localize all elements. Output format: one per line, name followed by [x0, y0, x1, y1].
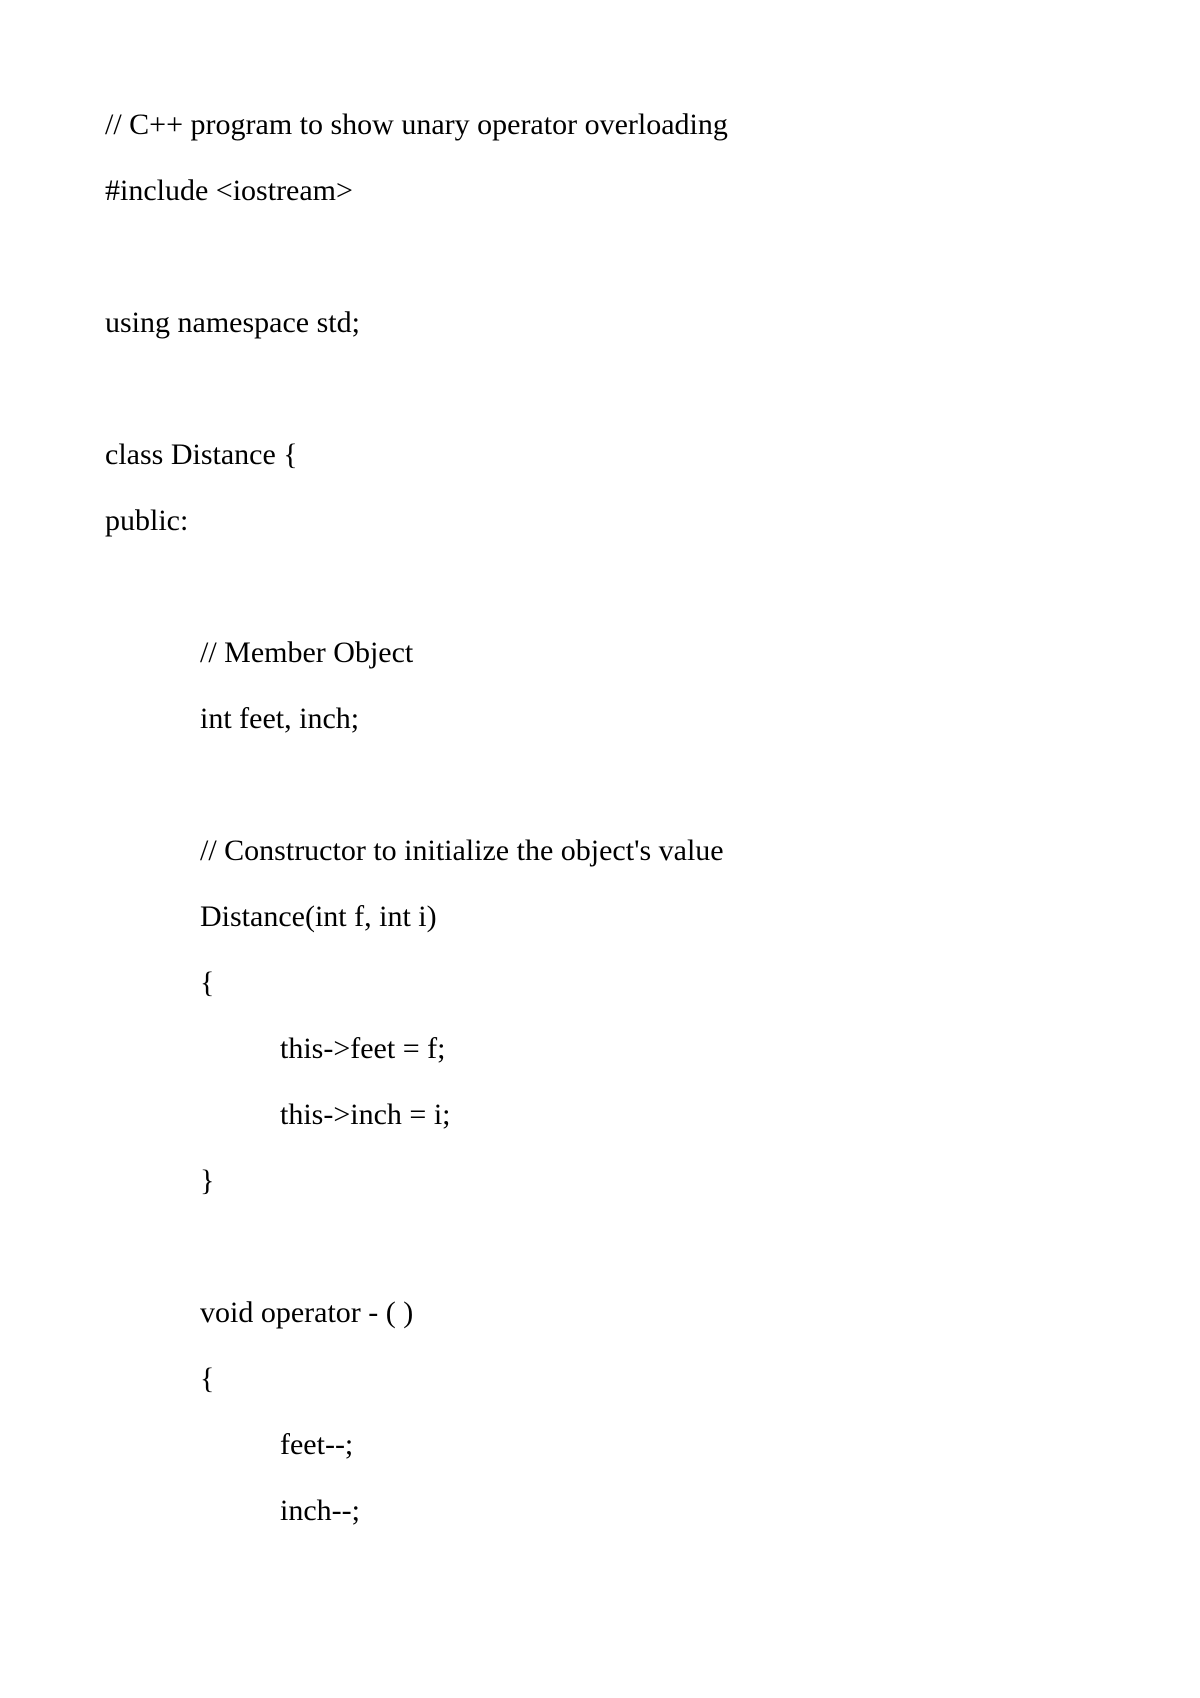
code-line: using namespace std; [105, 308, 1095, 338]
code-line: class Distance { [105, 440, 1095, 470]
code-line: { [105, 968, 1095, 998]
blank-line [105, 242, 1095, 272]
code-line: #include <iostream> [105, 176, 1095, 206]
code-block: // C++ program to show unary operator ov… [105, 110, 1095, 1562]
code-line: // Member Object [105, 638, 1095, 668]
code-line: void operator - ( ) [105, 1298, 1095, 1328]
code-line: // C++ program to show unary operator ov… [105, 110, 1095, 140]
blank-line [105, 374, 1095, 404]
code-line: int feet, inch; [105, 704, 1095, 734]
code-line: this->feet = f; [105, 1034, 1095, 1064]
blank-line [105, 770, 1095, 800]
blank-line [105, 1232, 1095, 1262]
code-line: inch--; [105, 1496, 1095, 1526]
code-line: feet--; [105, 1430, 1095, 1460]
code-line: Distance(int f, int i) [105, 902, 1095, 932]
blank-line [105, 572, 1095, 602]
code-line: public: [105, 506, 1095, 536]
code-line: { [105, 1364, 1095, 1394]
code-line: this->inch = i; [105, 1100, 1095, 1130]
code-line: } [105, 1166, 1095, 1196]
code-line: // Constructor to initialize the object'… [105, 836, 1095, 866]
